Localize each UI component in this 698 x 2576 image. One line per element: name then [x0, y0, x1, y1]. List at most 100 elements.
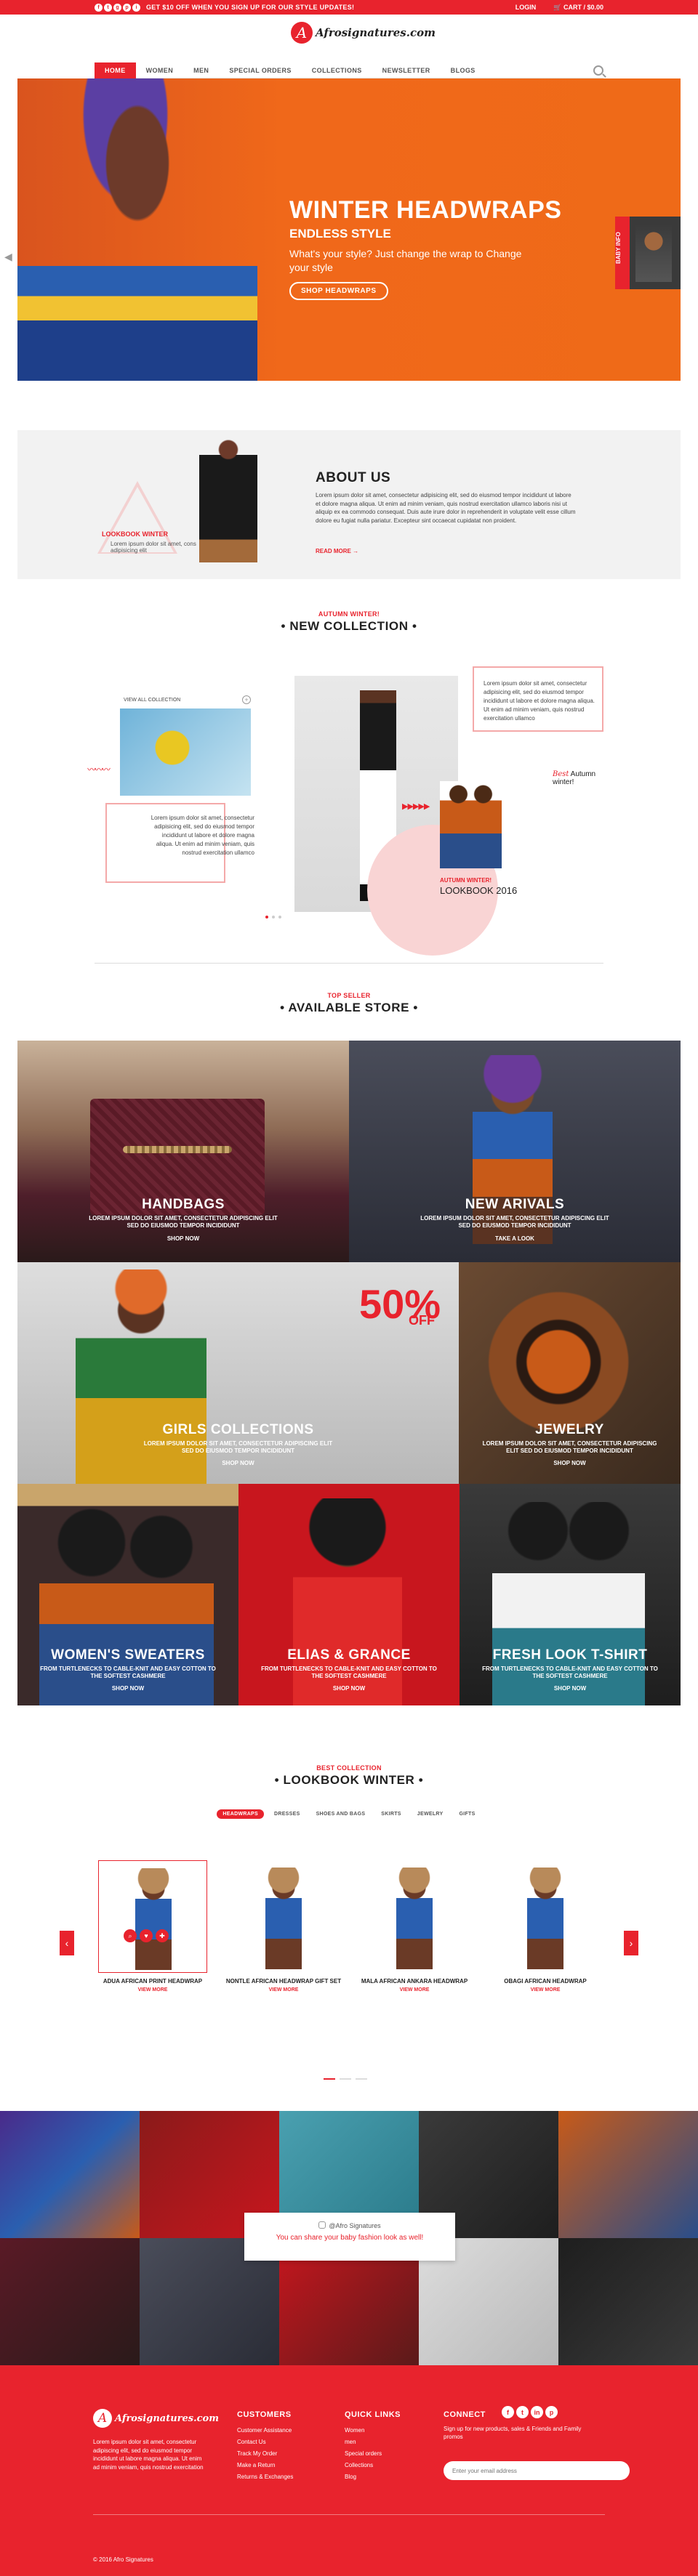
- product-image[interactable]: [360, 1860, 469, 1973]
- hero-banner: WINTER HEADWRAPS ENDLESS STYLE What's yo…: [17, 78, 681, 381]
- product-card[interactable]: ⌕ ♥ ✚ ADUA AFRICAN PRINT HEADWRAP VIEW M…: [95, 1860, 211, 2013]
- footer-link[interactable]: men: [345, 2436, 382, 2448]
- facebook-icon[interactable]: f: [95, 3, 103, 12]
- tile-handbags[interactable]: HANDBAGS LOREM IPSUM DOLOR SIT AMET, CON…: [17, 1041, 349, 1262]
- take-a-look-link[interactable]: TAKE A LOOK: [349, 1235, 681, 1242]
- tab-jewelry[interactable]: JEWELRY: [412, 1809, 449, 1819]
- instagram-icon[interactable]: i: [132, 3, 140, 12]
- product-card[interactable]: OBAGI AFRICAN HEADWRAP VIEW MORE: [487, 1860, 603, 2013]
- shop-headwraps-button[interactable]: SHOP HEADWRAPS: [289, 282, 388, 300]
- quick-links-heading: QUICK LINKS: [345, 2410, 401, 2419]
- pagination-bar[interactable]: [356, 2078, 367, 2080]
- pagination-dot[interactable]: [278, 916, 281, 918]
- footer-link[interactable]: Women: [345, 2425, 382, 2436]
- footer-logo[interactable]: A Afrosignatures.com: [93, 2409, 219, 2428]
- google-plus-icon[interactable]: g: [113, 3, 121, 12]
- tab-dresses[interactable]: DRESSES: [268, 1809, 306, 1819]
- view-more-link[interactable]: VIEW MORE: [225, 1987, 342, 1992]
- product-actions: ⌕ ♥ ✚: [124, 1929, 169, 1942]
- nav-men[interactable]: MEN: [183, 62, 219, 78]
- nav-women[interactable]: WOMEN: [136, 62, 184, 78]
- gallery-image[interactable]: [558, 2111, 698, 2238]
- instagram-gallery: @Afro Signatures You can share your baby…: [0, 2111, 698, 2365]
- view-more-link[interactable]: VIEW MORE: [487, 1987, 603, 1992]
- nav-special-orders[interactable]: SPECIAL ORDERS: [219, 62, 301, 78]
- gallery-image[interactable]: [0, 2238, 140, 2365]
- pagination-bar[interactable]: [340, 2078, 351, 2080]
- shop-now-link[interactable]: SHOP NOW: [459, 1460, 681, 1466]
- nav-blogs[interactable]: BLOGS: [441, 62, 486, 78]
- instagram-badge[interactable]: @Afro Signatures You can share your baby…: [244, 2213, 455, 2261]
- product-card[interactable]: NONTLE AFRICAN HEADWRAP GIFT SET VIEW MO…: [225, 1860, 342, 2013]
- product-card[interactable]: MALA AFRICAN ANKARA HEADWRAP VIEW MORE: [356, 1860, 473, 2013]
- shop-now-link[interactable]: SHOP NOW: [17, 1685, 238, 1692]
- tab-gifts[interactable]: GIFTS: [453, 1809, 481, 1819]
- tab-skirts[interactable]: SKIRTS: [375, 1809, 406, 1819]
- lookbook-couple-image[interactable]: [440, 781, 502, 868]
- pagination-dot[interactable]: [272, 916, 275, 918]
- tile-title: FRESH LOOK T-SHIRT: [492, 1647, 648, 1663]
- footer-link[interactable]: Contact Us: [237, 2436, 293, 2448]
- twitter-icon[interactable]: t: [104, 3, 112, 12]
- linkedin-icon[interactable]: in: [531, 2406, 543, 2418]
- tab-shoes-and-bags[interactable]: SHOES AND BAGS: [310, 1809, 372, 1819]
- shop-now-link[interactable]: SHOP NOW: [238, 1685, 460, 1692]
- carousel-next-button[interactable]: ›: [624, 1931, 638, 1955]
- pagination-bar[interactable]: [324, 2078, 335, 2080]
- carousel-prev-button[interactable]: ‹: [60, 1931, 74, 1955]
- footer-link[interactable]: Track My Order: [237, 2448, 293, 2460]
- product-image[interactable]: [98, 1860, 207, 1973]
- cart-link[interactable]: 🛒 CART / $0.00: [553, 4, 603, 12]
- site-logo[interactable]: A Afrosignatures.com: [291, 22, 436, 44]
- nav-newsletter[interactable]: NEWSLETTER: [372, 62, 441, 78]
- hero-prev-arrow-icon[interactable]: ◀: [4, 251, 12, 263]
- pinterest-icon[interactable]: p: [545, 2406, 558, 2418]
- facebook-icon[interactable]: f: [502, 2406, 514, 2418]
- collection-bag-image[interactable]: [120, 708, 251, 796]
- tile-jewelry[interactable]: JEWELRY LOREM IPSUM DOLOR SIT AMET, CONS…: [459, 1262, 681, 1484]
- tile-elias-grance[interactable]: ELIAS & GRANCE FROM TURTLENECKS TO CABLE…: [238, 1484, 460, 1705]
- email-field[interactable]: [444, 2461, 630, 2480]
- cart-icon[interactable]: ✚: [156, 1929, 169, 1942]
- lookbook-pagination: [324, 2078, 367, 2080]
- plus-icon[interactable]: +: [242, 695, 251, 704]
- hero-side-tab[interactable]: BABY INFO: [615, 217, 681, 289]
- tile-new-arrivals[interactable]: NEW ARIVALS LOREM IPSUM DOLOR SIT AMET, …: [349, 1041, 681, 1262]
- nav-home[interactable]: HOME: [95, 62, 136, 78]
- nav-collections[interactable]: COLLECTIONS: [302, 62, 372, 78]
- tile-desc: FROM TURTLENECKS TO CABLE-KNIT AND EASY …: [40, 1665, 216, 1679]
- footer-divider: [93, 2514, 605, 2515]
- view-more-link[interactable]: VIEW MORE: [95, 1987, 211, 1992]
- product-image[interactable]: [229, 1860, 338, 1973]
- heart-icon[interactable]: ♥: [140, 1929, 153, 1942]
- footer-link[interactable]: Collections: [345, 2460, 382, 2471]
- bullet-icon: •: [274, 1773, 284, 1787]
- logo-mark: A: [291, 22, 313, 44]
- footer-link[interactable]: Blog: [345, 2471, 382, 2483]
- tile-womens-sweaters[interactable]: WOMEN'S SWEATERS FROM TURTLENECKS TO CAB…: [17, 1484, 238, 1705]
- view-all-collection-link[interactable]: VIEW ALL COLLECTION: [124, 698, 180, 703]
- product-image[interactable]: [491, 1860, 600, 1973]
- footer-link[interactable]: Special orders: [345, 2448, 382, 2460]
- gallery-image[interactable]: [558, 2238, 698, 2365]
- tile-fresh-look[interactable]: FRESH LOOK T-SHIRT FROM TURTLENECKS TO C…: [460, 1484, 681, 1705]
- footer-link[interactable]: Customer Assistance: [237, 2425, 293, 2436]
- pagination-dot[interactable]: [265, 916, 268, 918]
- gallery-image[interactable]: [0, 2111, 140, 2238]
- search-icon[interactable]: ⌕: [124, 1929, 137, 1942]
- view-more-link[interactable]: VIEW MORE: [356, 1987, 473, 1992]
- footer-link[interactable]: Returns & Exchanges: [237, 2471, 293, 2483]
- read-more-link[interactable]: READ MORE →: [316, 548, 358, 554]
- tab-headwraps[interactable]: HEADWRAPS: [217, 1809, 264, 1819]
- login-link[interactable]: LOGIN: [516, 4, 537, 12]
- shop-now-link[interactable]: SHOP NOW: [17, 1235, 349, 1242]
- shop-now-link[interactable]: SHOP NOW: [17, 1460, 459, 1466]
- search-icon[interactable]: [593, 65, 603, 76]
- footer-link[interactable]: Make a Return: [237, 2460, 293, 2471]
- shop-now-link[interactable]: SHOP NOW: [460, 1685, 681, 1692]
- lookbook-2016-title[interactable]: LOOKBOOK 2016: [440, 885, 517, 896]
- pinterest-icon[interactable]: p: [123, 3, 131, 12]
- tile-girls-collections[interactable]: 50% OFF GIRLS COLLECTIONS LOREM IPSUM DO…: [17, 1262, 459, 1484]
- instagram-handle-text: @Afro Signatures: [329, 2222, 381, 2229]
- twitter-icon[interactable]: t: [516, 2406, 529, 2418]
